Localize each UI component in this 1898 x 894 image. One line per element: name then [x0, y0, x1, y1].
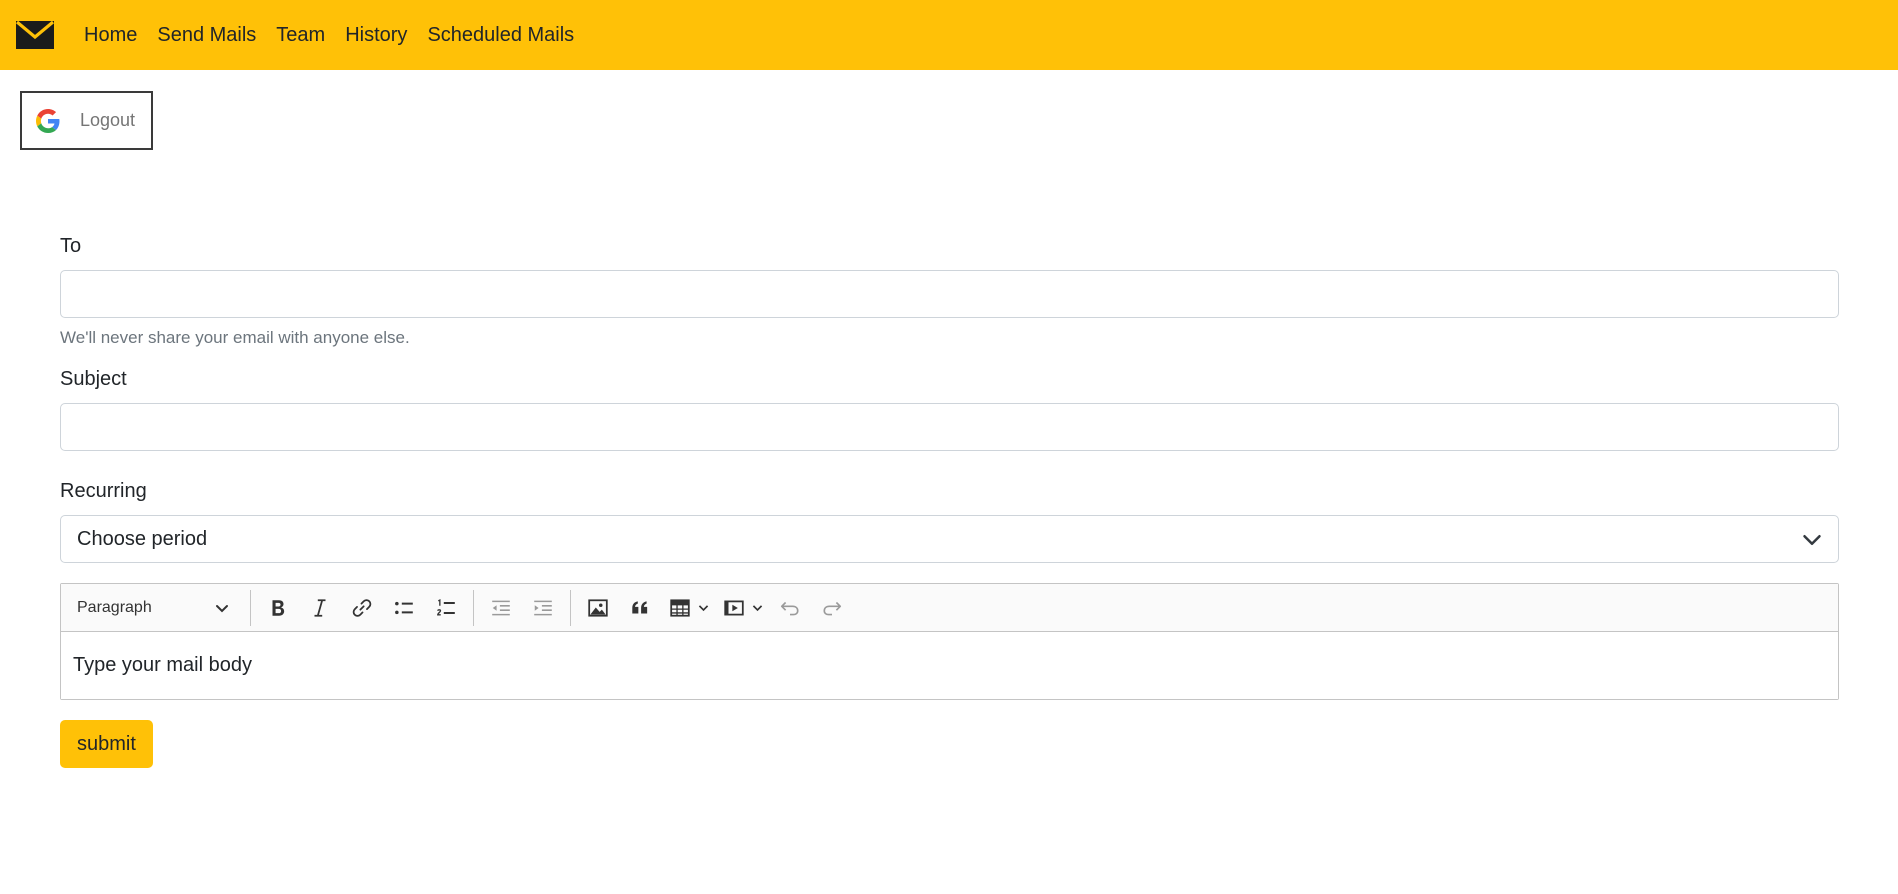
chevron-down-icon: [1803, 535, 1821, 545]
submit-button[interactable]: submit: [60, 720, 153, 768]
heading-dropdown[interactable]: Paragraph: [69, 590, 244, 626]
chevron-down-icon: [752, 605, 762, 612]
indent-button[interactable]: [525, 590, 561, 626]
bulleted-list-button[interactable]: [386, 590, 422, 626]
bulleted-list-icon: [395, 601, 413, 614]
indent-icon: [534, 600, 552, 615]
logout-label: Logout: [80, 110, 136, 130]
outdent-icon: [492, 600, 510, 615]
subject-field-group: Subject: [60, 365, 1839, 451]
google-icon: [36, 108, 60, 133]
link-icon: [352, 598, 372, 617]
bold-icon: [272, 599, 285, 616]
numbered-list-icon: [437, 598, 455, 615]
blockquote-icon: [632, 600, 648, 613]
redo-icon: [823, 601, 842, 615]
numbered-list-button[interactable]: [428, 590, 464, 626]
italic-icon: [314, 598, 326, 617]
italic-button[interactable]: [302, 590, 338, 626]
nav-link-scheduled-mails[interactable]: Scheduled Mails: [427, 22, 574, 48]
recurring-select[interactable]: Choose period: [60, 515, 1839, 563]
nav-link-history[interactable]: History: [345, 22, 407, 48]
toolbar-separator: [250, 589, 251, 626]
outdent-button[interactable]: [483, 590, 519, 626]
insert-table-dropdown[interactable]: [665, 590, 711, 626]
nav-link-team[interactable]: Team: [276, 22, 325, 48]
mail-body-editor: Paragraph Type your mail body: [60, 583, 1839, 700]
insert-media-dropdown[interactable]: [719, 590, 765, 626]
editor-toolbar: Paragraph: [61, 584, 1838, 632]
to-label: To: [60, 235, 82, 257]
undo-icon: [780, 601, 799, 615]
image-icon: [588, 598, 608, 617]
subject-label: Subject: [60, 368, 127, 390]
recurring-label: Recurring: [60, 480, 147, 502]
subject-input[interactable]: [60, 403, 1839, 451]
table-icon: [670, 598, 690, 617]
google-logout-button[interactable]: Logout: [20, 91, 153, 150]
nav-link-send-mails[interactable]: Send Mails: [157, 22, 256, 48]
toolbar-separator: [570, 589, 571, 626]
nav-link-home[interactable]: Home: [84, 22, 137, 48]
top-navbar: Home Send Mails Team History Scheduled M…: [0, 0, 1898, 70]
chevron-down-icon: [698, 605, 708, 612]
undo-button[interactable]: [772, 590, 808, 626]
envelope-icon: [16, 21, 54, 49]
bold-button[interactable]: [260, 590, 296, 626]
recurring-field-group: Recurring Choose period: [60, 477, 1839, 563]
media-icon: [724, 600, 744, 615]
brand-logo[interactable]: [16, 21, 54, 49]
toolbar-separator: [473, 589, 474, 626]
editor-content-area[interactable]: Type your mail body: [61, 632, 1838, 699]
to-field-group: To We'll never share your email with any…: [60, 232, 1839, 349]
to-input[interactable]: [60, 270, 1839, 318]
chevron-down-icon: [216, 604, 228, 612]
email-help-text: We'll never share your email with anyone…: [60, 328, 410, 347]
send-mail-form: To We'll never share your email with any…: [60, 232, 1839, 768]
nav-links: Home Send Mails Team History Scheduled M…: [84, 22, 594, 48]
recurring-selected-value: Choose period: [77, 527, 208, 550]
heading-dropdown-label: Paragraph: [77, 598, 152, 616]
link-button[interactable]: [344, 590, 380, 626]
redo-button[interactable]: [814, 590, 850, 626]
insert-image-button[interactable]: [580, 590, 616, 626]
blockquote-button[interactable]: [622, 590, 658, 626]
